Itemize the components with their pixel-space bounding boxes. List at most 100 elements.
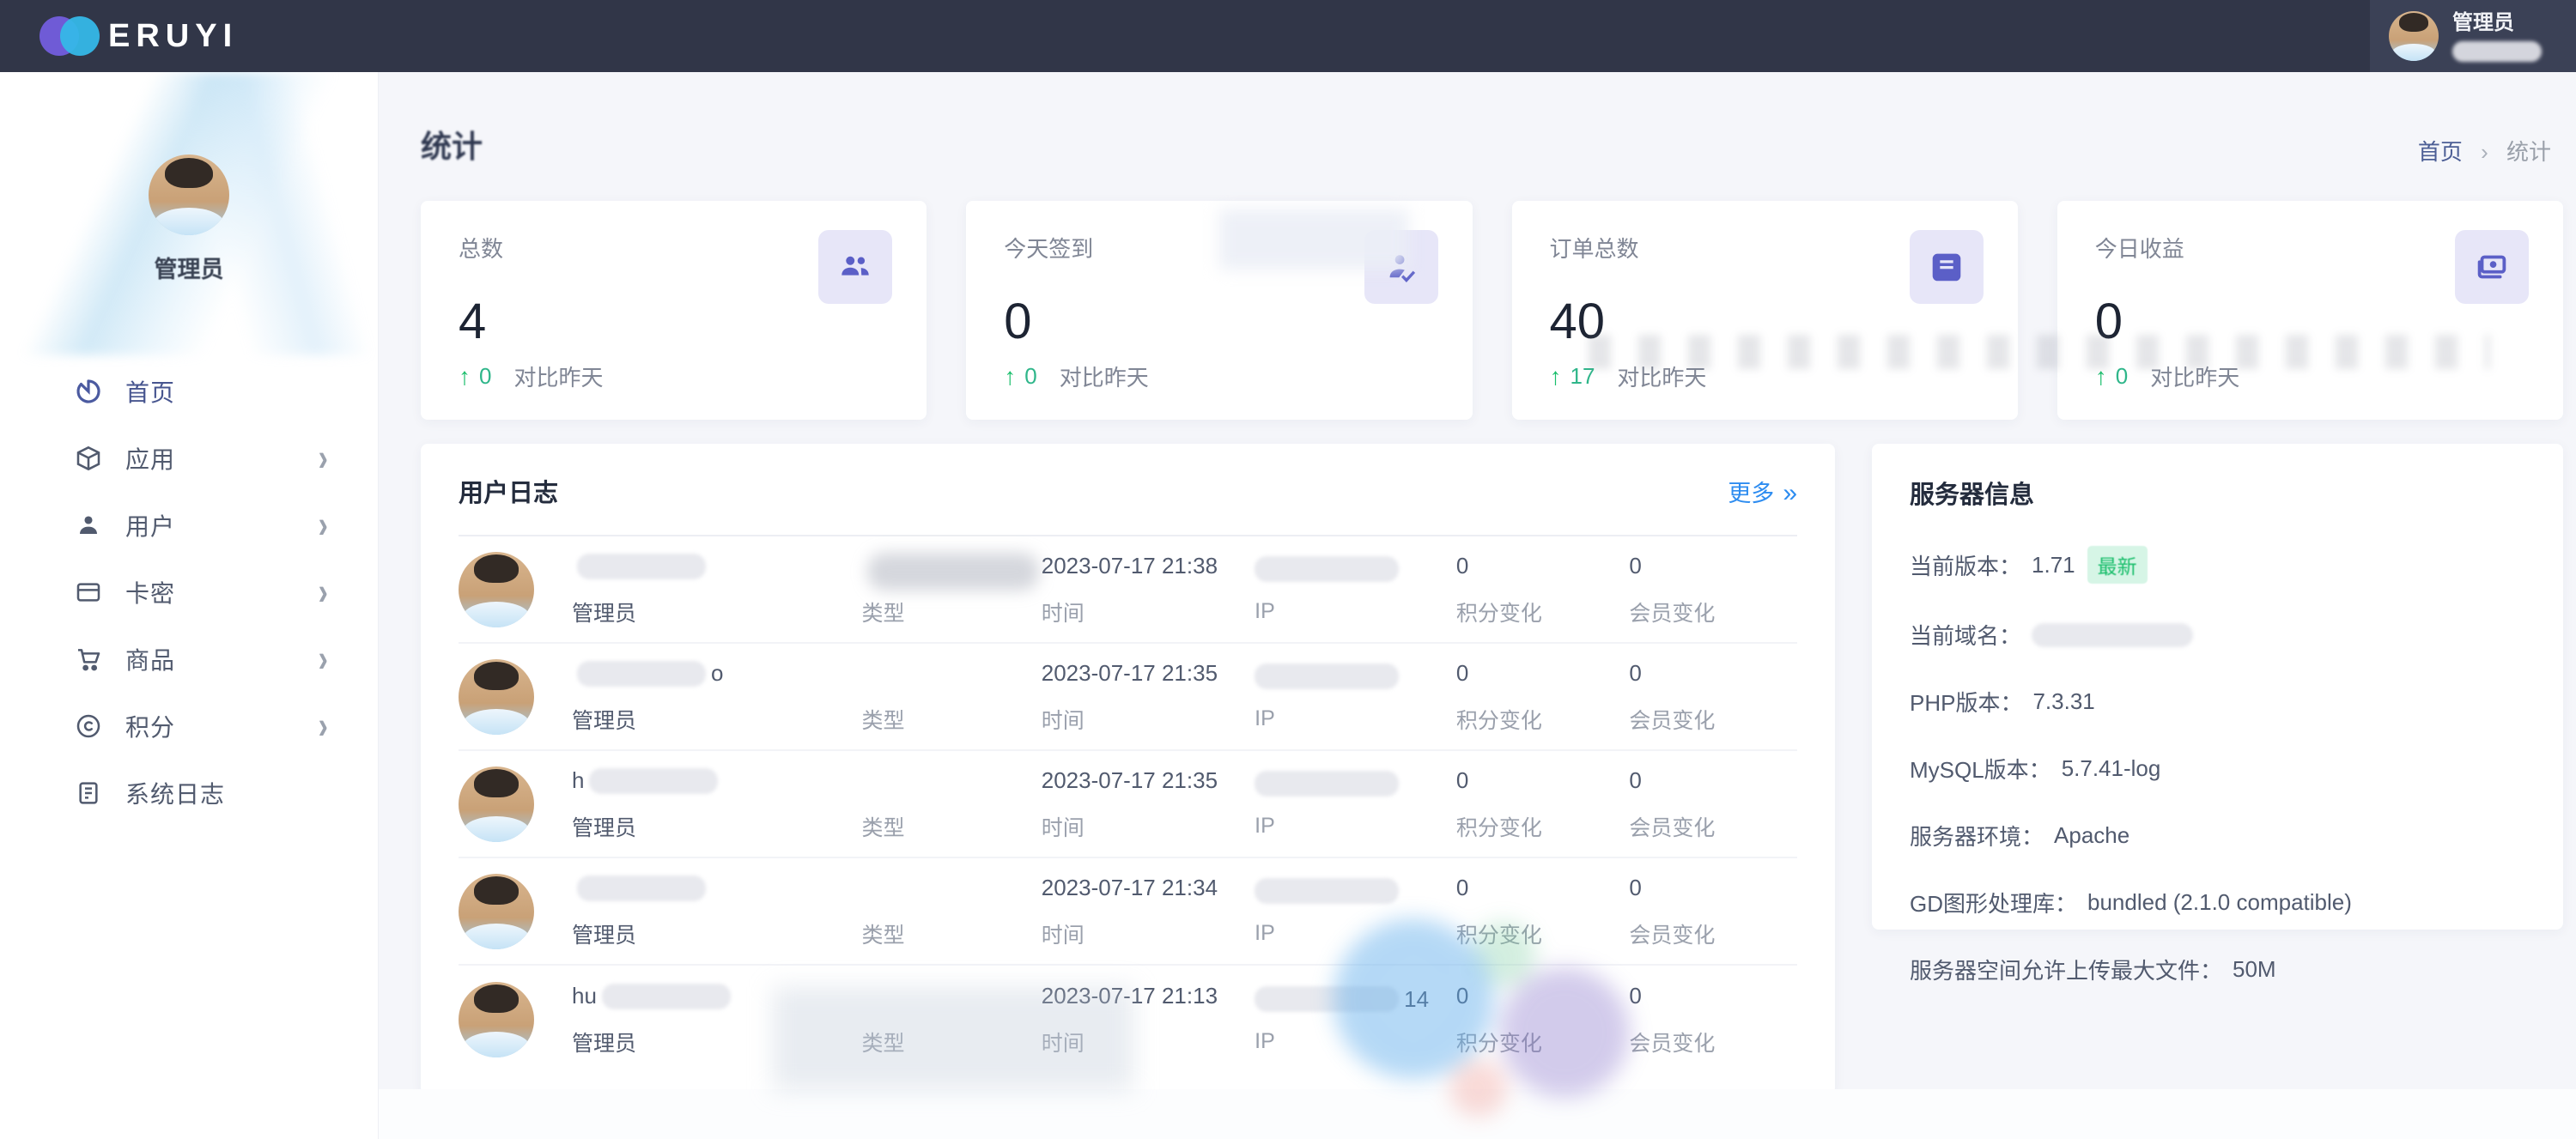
member-label: 会员变化: [1629, 708, 1716, 733]
user-role: 管理员: [572, 815, 637, 840]
points-label: 积分变化: [1455, 815, 1542, 840]
server-info-label: GD图形处理库：: [1910, 891, 2078, 917]
sidebar: 管理员 首页 应用 › 用户 › 卡密 › 商品 › 积分 › 系统日志: [0, 72, 378, 1139]
banknote-icon: [2455, 230, 2529, 304]
dashboard-icon: [74, 377, 103, 406]
person-check-icon: [1364, 230, 1438, 304]
admin-username-redacted: [2452, 41, 2542, 62]
type-label: 类型: [861, 923, 905, 948]
stat-card-today-signins: 今天签到 0 ↑ 0 对比昨天: [966, 201, 1473, 420]
two-circles-logo-icon: [39, 13, 101, 59]
sidebar-item-goods[interactable]: 商品 ›: [0, 626, 378, 693]
ip-redacted: [1255, 986, 1400, 1012]
breadcrumb-separator-icon: ›: [2481, 139, 2488, 165]
user-avatar: [459, 873, 534, 949]
log-time: 2023-07-17 21:35: [1041, 767, 1218, 793]
member-change: 0: [1629, 660, 1642, 686]
user-log-row[interactable]: 管理员 类型 2023-07-17 21:38 时间 IP 0 积分变化 0 会员变化: [459, 536, 1797, 644]
user-role: 管理员: [572, 1031, 637, 1056]
points-change: 0: [1455, 983, 1469, 1009]
chevron-right-icon: ›: [318, 637, 328, 681]
member-label: 会员变化: [1629, 601, 1716, 626]
member-label: 会员变化: [1629, 923, 1716, 948]
main-content: 统计 首页 › 统计 总数 4 ↑ 0 对比昨天 今天签到 0 ↑ 0 对比昨天…: [378, 72, 2576, 1139]
user-role: 管理员: [572, 708, 637, 733]
sidebar-item-label: 应用: [125, 446, 176, 473]
log-time: 2023-07-17 21:38: [1041, 553, 1218, 579]
username-fragment: hu: [572, 983, 597, 1009]
time-label: 时间: [1041, 708, 1084, 733]
points-label: 积分变化: [1455, 601, 1542, 626]
server-info-title: 服务器信息: [1910, 482, 2035, 509]
server-info-value: Apache: [2054, 822, 2130, 848]
sidebar-item-label: 首页: [125, 379, 176, 406]
profile-name: 管理员: [154, 257, 224, 282]
member-label: 会员变化: [1629, 1031, 1716, 1056]
user-log-row[interactable]: hu 管理员 类型 2023-07-17 21:13 时间 14 IP 0 积分变化 …: [459, 966, 1797, 1073]
stat-card-delta: 0: [479, 363, 492, 389]
points-change: 0: [1455, 767, 1469, 793]
cart-icon: [74, 645, 103, 674]
server-info-item: 服务器空间允许上传最大文件： 50M: [1910, 954, 2525, 985]
log-time: 2023-07-17 21:13: [1041, 983, 1218, 1009]
username-fragment: o: [711, 660, 724, 686]
ip-label: IP: [1255, 921, 1275, 945]
server-info-value: 7.3.31: [2032, 688, 2095, 714]
server-info-value: bundled (2.1.0 compatible): [2087, 889, 2352, 915]
points-label: 积分变化: [1455, 708, 1542, 733]
chevron-right-icon: ›: [318, 570, 328, 614]
stat-card-delta: 0: [1024, 363, 1037, 389]
topbar-user-menu[interactable]: 管理员: [2370, 0, 2576, 72]
server-info-label: PHP版本：: [1910, 690, 2023, 716]
server-info-label: 服务器空间允许上传最大文件：: [1910, 958, 2223, 984]
sidebar-item-cards[interactable]: 卡密 ›: [0, 559, 378, 626]
user-log-row[interactable]: h 管理员 类型 2023-07-17 21:35 时间 IP 0 积分变化 0 会员…: [459, 751, 1797, 858]
double-chevron-right-icon: »: [1783, 478, 1797, 507]
server-info-label: 服务器环境：: [1910, 824, 2044, 850]
member-change: 0: [1629, 875, 1642, 900]
server-info-panel: 服务器信息 当前版本： 1.71 最新 当前域名： PHP版本： 7.3.31 …: [1872, 444, 2563, 984]
breadcrumb-home[interactable]: 首页: [2418, 139, 2463, 165]
sidebar-item-label: 积分: [125, 714, 176, 741]
calendar-icon: [1909, 230, 1984, 304]
member-change: 0: [1629, 983, 1642, 1009]
user-log-row[interactable]: o 管理员 类型 2023-07-17 21:35 时间 IP 0 积分变化 0 会员…: [459, 644, 1797, 751]
person-icon: [74, 511, 103, 540]
user-role: 管理员: [572, 923, 637, 948]
ip-redacted: [1255, 556, 1400, 582]
user-log-row[interactable]: 管理员 类型 2023-07-17 21:34 时间 IP 0 积分变化 0 会员变化: [459, 858, 1797, 966]
sidebar-item-syslog[interactable]: 系统日志: [0, 760, 378, 827]
user-avatar: [459, 551, 534, 627]
time-label: 时间: [1041, 1031, 1084, 1056]
arrow-up-icon: ↑: [2094, 362, 2107, 390]
type-label: 类型: [861, 601, 905, 626]
ip-label: IP: [1255, 1029, 1275, 1053]
server-info-label: 当前域名：: [1910, 623, 2022, 649]
server-info-label: 当前版本：: [1910, 553, 2022, 579]
stat-cards-row: 总数 4 ↑ 0 对比昨天 今天签到 0 ↑ 0 对比昨天 订单总数 40 ↑ …: [421, 201, 2563, 591]
sidebar-item-apps[interactable]: 应用 ›: [0, 425, 378, 492]
sidebar-profile: 管理员: [0, 72, 378, 284]
arrow-up-icon: ↑: [1549, 362, 1562, 390]
log-file-icon: [74, 779, 103, 808]
admin-meta: 管理员: [2452, 10, 2542, 62]
server-info-item: 服务器环境： Apache: [1910, 820, 2525, 851]
username-redacted: [601, 983, 731, 1009]
log-time: 2023-07-17 21:35: [1041, 660, 1218, 686]
admin-name: 管理员: [2452, 11, 2514, 34]
user-role: 管理员: [572, 601, 637, 626]
server-info-value: 5.7.41-log: [2061, 755, 2161, 781]
sidebar-item-home[interactable]: 首页: [0, 358, 378, 425]
server-info-item: 当前域名：: [1910, 619, 2525, 651]
stat-card-compare-label: 对比昨天: [1059, 365, 1149, 391]
server-info-item: 当前版本： 1.71 最新: [1910, 546, 2525, 584]
more-link[interactable]: 更多 »: [1728, 475, 1797, 508]
sidebar-item-users[interactable]: 用户 ›: [0, 492, 378, 559]
ip-label: IP: [1255, 599, 1275, 623]
stat-card-compare-label: 对比昨天: [2150, 365, 2240, 391]
chevron-right-icon: ›: [318, 503, 328, 547]
app-logo[interactable]: ERUYI: [39, 13, 238, 59]
log-time: 2023-07-17 21:34: [1041, 875, 1218, 900]
sidebar-item-points[interactable]: 积分 ›: [0, 693, 378, 760]
coin-icon: [74, 712, 103, 741]
